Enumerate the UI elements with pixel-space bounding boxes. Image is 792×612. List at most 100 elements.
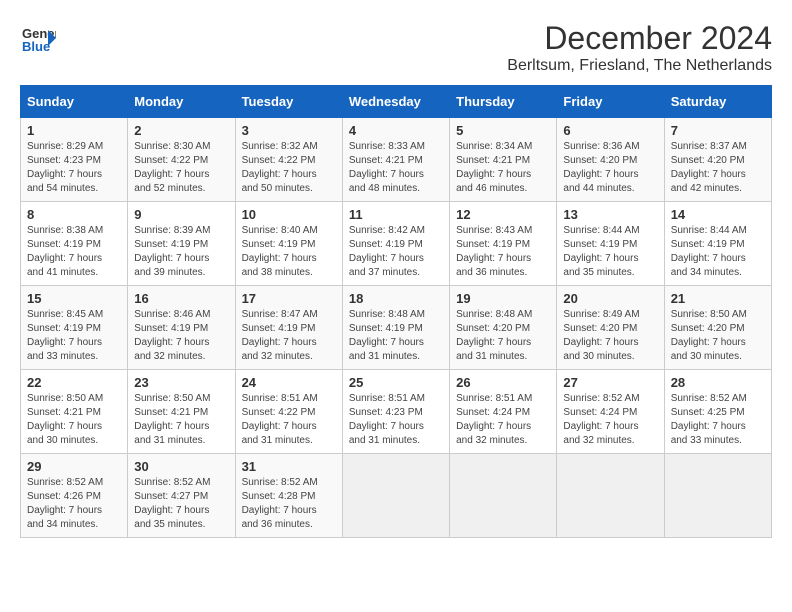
calendar-cell: 10 Sunrise: 8:40 AMSunset: 4:19 PMDaylig… xyxy=(235,202,342,286)
day-detail: Sunrise: 8:38 AMSunset: 4:19 PMDaylight:… xyxy=(27,225,103,278)
calendar-cell xyxy=(450,454,557,538)
calendar-cell xyxy=(664,454,771,538)
calendar-week-row: 1 Sunrise: 8:29 AMSunset: 4:23 PMDayligh… xyxy=(21,118,772,202)
day-detail: Sunrise: 8:52 AMSunset: 4:27 PMDaylight:… xyxy=(134,477,210,530)
calendar-cell: 28 Sunrise: 8:52 AMSunset: 4:25 PMDaylig… xyxy=(664,370,771,454)
day-detail: Sunrise: 8:52 AMSunset: 4:28 PMDaylight:… xyxy=(242,477,318,530)
calendar-cell: 9 Sunrise: 8:39 AMSunset: 4:19 PMDayligh… xyxy=(128,202,235,286)
day-number: 6 xyxy=(563,123,657,138)
day-detail: Sunrise: 8:40 AMSunset: 4:19 PMDaylight:… xyxy=(242,225,318,278)
day-number: 14 xyxy=(671,207,765,222)
day-number: 13 xyxy=(563,207,657,222)
calendar-cell xyxy=(557,454,664,538)
calendar-week-row: 29 Sunrise: 8:52 AMSunset: 4:26 PMDaylig… xyxy=(21,454,772,538)
day-detail: Sunrise: 8:50 AMSunset: 4:21 PMDaylight:… xyxy=(27,393,103,446)
day-number: 24 xyxy=(242,375,336,390)
day-number: 22 xyxy=(27,375,121,390)
calendar-header-row: SundayMondayTuesdayWednesdayThursdayFrid… xyxy=(21,86,772,118)
day-detail: Sunrise: 8:51 AMSunset: 4:23 PMDaylight:… xyxy=(349,393,425,446)
day-detail: Sunrise: 8:33 AMSunset: 4:21 PMDaylight:… xyxy=(349,141,425,194)
calendar-cell: 18 Sunrise: 8:48 AMSunset: 4:19 PMDaylig… xyxy=(342,286,449,370)
day-detail: Sunrise: 8:52 AMSunset: 4:26 PMDaylight:… xyxy=(27,477,103,530)
day-number: 20 xyxy=(563,291,657,306)
day-number: 23 xyxy=(134,375,228,390)
calendar-cell: 27 Sunrise: 8:52 AMSunset: 4:24 PMDaylig… xyxy=(557,370,664,454)
title-area: December 2024 Berltsum, Friesland, The N… xyxy=(507,20,772,75)
day-number: 5 xyxy=(456,123,550,138)
day-detail: Sunrise: 8:51 AMSunset: 4:22 PMDaylight:… xyxy=(242,393,318,446)
page-title: December 2024 xyxy=(507,20,772,57)
calendar-cell: 15 Sunrise: 8:45 AMSunset: 4:19 PMDaylig… xyxy=(21,286,128,370)
day-number: 31 xyxy=(242,459,336,474)
day-number: 21 xyxy=(671,291,765,306)
header-friday: Friday xyxy=(557,86,664,118)
day-detail: Sunrise: 8:29 AMSunset: 4:23 PMDaylight:… xyxy=(27,141,103,194)
day-number: 10 xyxy=(242,207,336,222)
day-number: 17 xyxy=(242,291,336,306)
header-sunday: Sunday xyxy=(21,86,128,118)
header-saturday: Saturday xyxy=(664,86,771,118)
day-number: 1 xyxy=(27,123,121,138)
calendar-cell: 5 Sunrise: 8:34 AMSunset: 4:21 PMDayligh… xyxy=(450,118,557,202)
calendar-cell: 12 Sunrise: 8:43 AMSunset: 4:19 PMDaylig… xyxy=(450,202,557,286)
day-number: 19 xyxy=(456,291,550,306)
svg-text:Blue: Blue xyxy=(22,39,50,54)
logo: General Blue xyxy=(20,20,56,56)
day-number: 15 xyxy=(27,291,121,306)
day-detail: Sunrise: 8:50 AMSunset: 4:20 PMDaylight:… xyxy=(671,309,747,362)
day-detail: Sunrise: 8:44 AMSunset: 4:19 PMDaylight:… xyxy=(671,225,747,278)
day-number: 3 xyxy=(242,123,336,138)
calendar-cell: 20 Sunrise: 8:49 AMSunset: 4:20 PMDaylig… xyxy=(557,286,664,370)
page-subtitle: Berltsum, Friesland, The Netherlands xyxy=(507,57,772,75)
day-number: 26 xyxy=(456,375,550,390)
day-detail: Sunrise: 8:50 AMSunset: 4:21 PMDaylight:… xyxy=(134,393,210,446)
day-detail: Sunrise: 8:42 AMSunset: 4:19 PMDaylight:… xyxy=(349,225,425,278)
calendar-cell xyxy=(342,454,449,538)
header: General Blue December 2024 Berltsum, Fri… xyxy=(20,20,772,75)
calendar-cell: 13 Sunrise: 8:44 AMSunset: 4:19 PMDaylig… xyxy=(557,202,664,286)
calendar-cell: 24 Sunrise: 8:51 AMSunset: 4:22 PMDaylig… xyxy=(235,370,342,454)
calendar-cell: 8 Sunrise: 8:38 AMSunset: 4:19 PMDayligh… xyxy=(21,202,128,286)
calendar-cell: 7 Sunrise: 8:37 AMSunset: 4:20 PMDayligh… xyxy=(664,118,771,202)
day-number: 25 xyxy=(349,375,443,390)
day-detail: Sunrise: 8:30 AMSunset: 4:22 PMDaylight:… xyxy=(134,141,210,194)
header-wednesday: Wednesday xyxy=(342,86,449,118)
day-detail: Sunrise: 8:48 AMSunset: 4:20 PMDaylight:… xyxy=(456,309,532,362)
day-number: 30 xyxy=(134,459,228,474)
day-number: 8 xyxy=(27,207,121,222)
day-detail: Sunrise: 8:37 AMSunset: 4:20 PMDaylight:… xyxy=(671,141,747,194)
calendar-cell: 6 Sunrise: 8:36 AMSunset: 4:20 PMDayligh… xyxy=(557,118,664,202)
day-detail: Sunrise: 8:36 AMSunset: 4:20 PMDaylight:… xyxy=(563,141,639,194)
calendar-week-row: 15 Sunrise: 8:45 AMSunset: 4:19 PMDaylig… xyxy=(21,286,772,370)
day-detail: Sunrise: 8:52 AMSunset: 4:24 PMDaylight:… xyxy=(563,393,639,446)
calendar-cell: 25 Sunrise: 8:51 AMSunset: 4:23 PMDaylig… xyxy=(342,370,449,454)
calendar-cell: 31 Sunrise: 8:52 AMSunset: 4:28 PMDaylig… xyxy=(235,454,342,538)
day-detail: Sunrise: 8:52 AMSunset: 4:25 PMDaylight:… xyxy=(671,393,747,446)
day-detail: Sunrise: 8:43 AMSunset: 4:19 PMDaylight:… xyxy=(456,225,532,278)
day-number: 11 xyxy=(349,207,443,222)
calendar-cell: 2 Sunrise: 8:30 AMSunset: 4:22 PMDayligh… xyxy=(128,118,235,202)
header-monday: Monday xyxy=(128,86,235,118)
calendar-cell: 1 Sunrise: 8:29 AMSunset: 4:23 PMDayligh… xyxy=(21,118,128,202)
day-number: 29 xyxy=(27,459,121,474)
day-detail: Sunrise: 8:45 AMSunset: 4:19 PMDaylight:… xyxy=(27,309,103,362)
calendar-cell: 16 Sunrise: 8:46 AMSunset: 4:19 PMDaylig… xyxy=(128,286,235,370)
day-detail: Sunrise: 8:34 AMSunset: 4:21 PMDaylight:… xyxy=(456,141,532,194)
calendar-cell: 11 Sunrise: 8:42 AMSunset: 4:19 PMDaylig… xyxy=(342,202,449,286)
day-number: 27 xyxy=(563,375,657,390)
calendar-cell: 22 Sunrise: 8:50 AMSunset: 4:21 PMDaylig… xyxy=(21,370,128,454)
calendar-week-row: 22 Sunrise: 8:50 AMSunset: 4:21 PMDaylig… xyxy=(21,370,772,454)
calendar-cell: 4 Sunrise: 8:33 AMSunset: 4:21 PMDayligh… xyxy=(342,118,449,202)
calendar-cell: 21 Sunrise: 8:50 AMSunset: 4:20 PMDaylig… xyxy=(664,286,771,370)
day-detail: Sunrise: 8:51 AMSunset: 4:24 PMDaylight:… xyxy=(456,393,532,446)
calendar-cell: 17 Sunrise: 8:47 AMSunset: 4:19 PMDaylig… xyxy=(235,286,342,370)
day-detail: Sunrise: 8:48 AMSunset: 4:19 PMDaylight:… xyxy=(349,309,425,362)
header-tuesday: Tuesday xyxy=(235,86,342,118)
calendar-week-row: 8 Sunrise: 8:38 AMSunset: 4:19 PMDayligh… xyxy=(21,202,772,286)
day-detail: Sunrise: 8:49 AMSunset: 4:20 PMDaylight:… xyxy=(563,309,639,362)
calendar-cell: 29 Sunrise: 8:52 AMSunset: 4:26 PMDaylig… xyxy=(21,454,128,538)
day-number: 9 xyxy=(134,207,228,222)
calendar-cell: 14 Sunrise: 8:44 AMSunset: 4:19 PMDaylig… xyxy=(664,202,771,286)
calendar-table: SundayMondayTuesdayWednesdayThursdayFrid… xyxy=(20,85,772,538)
day-detail: Sunrise: 8:47 AMSunset: 4:19 PMDaylight:… xyxy=(242,309,318,362)
